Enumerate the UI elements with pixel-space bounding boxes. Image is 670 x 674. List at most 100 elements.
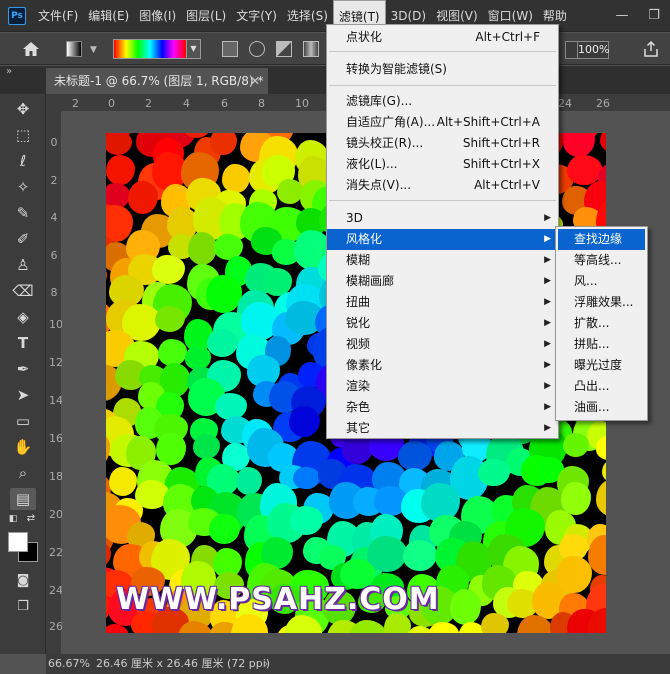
paint-cell [348,620,388,633]
collapse-panels-icon[interactable]: » [6,66,12,77]
share-icon[interactable] [643,41,659,57]
submenu-item-oil-paint[interactable]: 油画... [558,397,645,418]
radial-gradient-icon[interactable] [249,41,265,57]
paint-bucket-icon[interactable]: ◈ [10,306,36,328]
menu-edit[interactable]: 编辑(E) [83,0,134,32]
menu-item-convert-smart-filters[interactable]: 转换为智能滤镜(S) [327,59,558,80]
submenu-arrow-icon: ▶ [544,234,551,244]
restore-button[interactable]: ❐ [638,0,670,32]
tool-preset-picker[interactable] [66,41,82,57]
submenu-item-tiles[interactable]: 拼贴... [558,334,645,355]
menu-item-liquify[interactable]: 液化(L)... Shift+Ctrl+X [327,154,558,175]
menu-item-video[interactable]: 视频 ▶ [327,334,558,355]
ruler-tick: 10 [49,318,63,331]
linear-gradient-icon[interactable] [222,41,238,57]
menu-item-label: 杂色 [346,400,371,414]
home-icon[interactable] [22,41,40,57]
menu-item-shortcut: Alt+Shift+Ctrl+A [436,115,540,129]
menu-item-filter-gallery[interactable]: 滤镜库(G)... [327,91,558,112]
menu-item-render[interactable]: 渲染 ▶ [327,376,558,397]
menu-item-label: 液化(L)... [346,157,398,171]
menu-item-stylize[interactable]: 风格化 ▶ [327,229,558,250]
menu-item-label: 点状化 [346,30,383,44]
zoom-level[interactable]: 66.67% [48,654,92,674]
menu-layer[interactable]: 图层(L) [181,0,231,32]
menu-item-pointillize[interactable]: 点状化 Alt+Ctrl+F [327,27,558,48]
hand-icon[interactable]: ✋ [10,436,36,458]
move-icon[interactable]: ✥ [10,98,36,120]
menu-item-vanishing-point[interactable]: 消失点(V)... Alt+Ctrl+V [327,175,558,196]
menu-item-blur-gallery[interactable]: 模糊画廊 ▶ [327,271,558,292]
paint-cell [207,328,239,357]
menu-item-label: 风格化 [346,232,383,246]
menu-item-3d[interactable]: 3D ▶ [327,208,558,229]
default-colors-icon[interactable]: ◧ [6,512,20,526]
foreground-color-swatch[interactable] [8,532,28,552]
menu-item-other[interactable]: 其它 ▶ [327,418,558,439]
submenu-arrow-icon: ▶ [544,297,551,307]
paint-cell [561,481,591,516]
watermark-text: WWW.PSAHZ.COM [116,582,440,617]
marquee-icon[interactable]: ⬚ [10,124,36,146]
eyedropper-icon[interactable]: ✎ [10,202,36,224]
submenu-item-contour[interactable]: 等高线... [558,250,645,271]
menu-type[interactable]: 文字(Y) [231,0,282,32]
rectangle-icon[interactable]: ▭ [10,410,36,432]
status-menu-arrow[interactable]: › [264,654,268,674]
submenu-arrow-icon: ▶ [544,423,551,433]
submenu-item-wind[interactable]: 风... [558,271,645,292]
path-select-icon[interactable]: ➤ [10,384,36,406]
opacity-input[interactable]: 100% [577,41,609,59]
ruler-tick: 6 [221,97,228,110]
menu-item-distort[interactable]: 扭曲 ▶ [327,292,558,313]
chevron-down-icon[interactable]: ▼ [90,45,97,55]
tools-panel: ✥ ⬚ ℓ ✧ ✎ ✐ ♙ ⌫ ◈ T ✒ ➤ ▭ ✋ ⌕ ▤ ◧ ⇄ ◙ ❐ [0,94,46,654]
menu-item-blur[interactable]: 模糊 ▶ [327,250,558,271]
submenu-item-solarize[interactable]: 曝光过度 [558,355,645,376]
opacity-slider-toggle[interactable] [565,41,577,59]
gradient-picker-dropdown[interactable]: ▼ [187,39,201,59]
submenu-arrow-icon: ▶ [544,339,551,349]
menu-file[interactable]: 文件(F) [33,0,83,32]
paint-cell [127,181,159,215]
gradient-icon[interactable]: ▤ [10,488,36,510]
ruler-tick: 24 [558,97,572,110]
minimize-button[interactable]: — [606,0,638,32]
menu-item-sharpen[interactable]: 锐化 ▶ [327,313,558,334]
menu-image[interactable]: 图像(I) [134,0,181,32]
reflected-gradient-icon[interactable] [303,41,319,57]
submenu-arrow-icon: ▶ [544,360,551,370]
paint-cell [158,339,188,367]
document-tab[interactable]: 未标题-1 @ 66.7% (图层 1, RGB/8) * ✕ [46,68,268,94]
menu-item-noise[interactable]: 杂色 ▶ [327,397,558,418]
menu-item-lens-correction[interactable]: 镜头校正(R)... Shift+Ctrl+R [327,133,558,154]
angle-gradient-icon[interactable] [276,41,292,57]
submenu-item-find-edges[interactable]: 查找边缘 [558,229,645,250]
menu-item-adaptive-wide-angle[interactable]: 自适应广角(A)... Alt+Shift+Ctrl+A [327,112,558,133]
zoom-icon[interactable]: ⌕ [10,462,36,484]
paint-cell [184,346,211,370]
eraser-icon[interactable]: ⌫ [10,280,36,302]
screen-mode-icon[interactable]: ❐ [10,596,36,618]
stamp-icon[interactable]: ♙ [10,254,36,276]
submenu-item-diffuse[interactable]: 扩散... [558,313,645,334]
quick-mask-icon[interactable]: ◙ [10,570,36,592]
ruler-tick: 14 [49,394,63,407]
close-icon[interactable]: ✕ [250,68,260,94]
menu-item-shortcut: Shift+Ctrl+R [462,136,540,150]
menu-item-pixelate[interactable]: 像素化 ▶ [327,355,558,376]
paint-cell [595,478,606,517]
submenu-item-emboss[interactable]: 浮雕效果... [558,292,645,313]
pen-icon[interactable]: ✒ [10,358,36,380]
swap-colors-icon[interactable]: ⇄ [24,512,38,526]
menu-item-label: 消失点(V)... [346,178,412,192]
menu-item-label: 滤镜库(G)... [346,94,413,108]
menu-item-label: 扭曲 [346,295,371,309]
gradient-editor-swatch[interactable] [113,39,187,59]
submenu-item-extrude[interactable]: 凸出... [558,376,645,397]
type-icon[interactable]: T [10,332,36,354]
lasso-icon[interactable]: ℓ [10,150,36,172]
brush-icon[interactable]: ✐ [10,228,36,250]
magic-wand-icon[interactable]: ✧ [10,176,36,198]
submenu-arrow-icon: ▶ [544,402,551,412]
